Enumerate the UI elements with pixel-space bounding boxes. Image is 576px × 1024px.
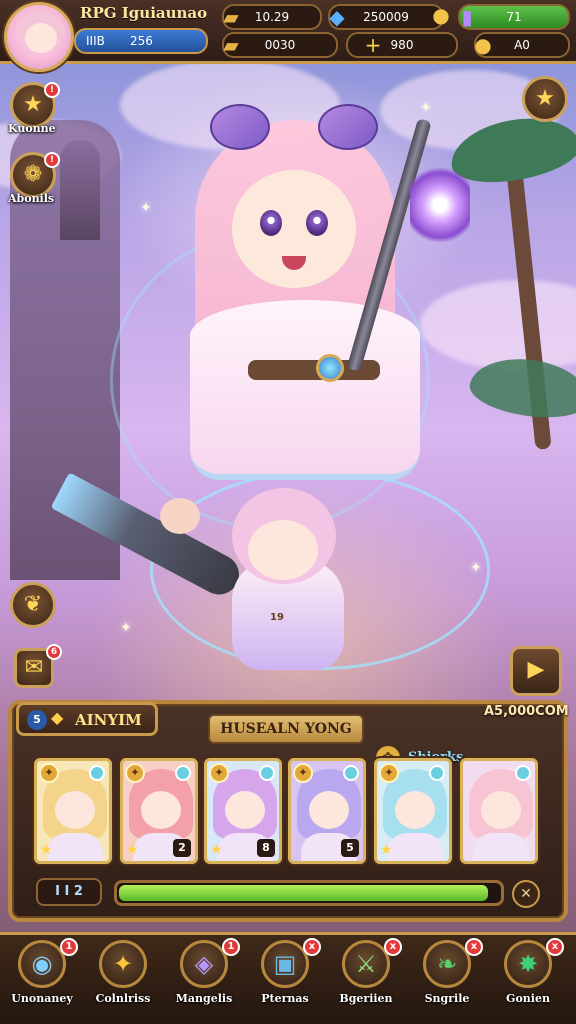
hero-card[interactable]: ✦ 5 — [288, 758, 366, 864]
gem-icon: ◆ — [51, 708, 64, 727]
resource-stamina[interactable]: ▮ 71 — [458, 4, 570, 30]
nav-item-leaf[interactable]: ❧ x Sngrile — [409, 938, 485, 1022]
close-button[interactable]: ✕ — [512, 880, 540, 908]
tab-number: 5 — [27, 710, 47, 730]
team-stat: I I 2 — [36, 878, 102, 906]
element-gem-icon — [89, 765, 105, 781]
resource-energy[interactable]: + 980 — [346, 32, 458, 58]
next-stage-button[interactable]: ▶ — [510, 646, 562, 696]
nav-item-rainbow-orb[interactable]: ◉ 1 Unonaney — [4, 938, 80, 1022]
mail-icon: ✉ — [24, 655, 44, 680]
resource-coins[interactable]: ● A0 — [474, 32, 570, 58]
companion-label: 19 — [270, 612, 284, 623]
level-bar: IIIB 256 — [74, 28, 208, 54]
nav-item-chest[interactable]: ▣ x Pternas — [247, 938, 323, 1022]
nav-item-emerald[interactable]: ✸ x Gonien — [490, 938, 566, 1022]
play-arrow-icon: ▶ — [527, 657, 545, 682]
nav-label: Sngrile — [424, 992, 470, 1005]
card-level: 8 — [257, 839, 275, 857]
gold-coin-icon: ● — [432, 3, 450, 27]
element-gem-icon — [343, 765, 359, 781]
gold-amount: A5,000COM — [484, 704, 569, 719]
leaf-emblem-icon: ❦ — [23, 592, 43, 617]
notification-badge: 1 — [60, 938, 78, 956]
experience-bar — [114, 880, 504, 906]
star-icon: ★ — [40, 842, 53, 858]
compass-icon: ✦ — [99, 940, 147, 988]
notification-badge: x — [303, 938, 321, 956]
chest-icon: ▣ — [261, 940, 309, 988]
rainbow-orb-icon: ◉ — [18, 940, 66, 988]
rank-badge-icon: ✦ — [293, 763, 313, 783]
card-level: 2 — [173, 839, 191, 857]
element-gem-icon — [259, 765, 275, 781]
team-tab[interactable]: 5 ◆ AINYIM — [16, 702, 158, 736]
abilities-badge: ! — [44, 152, 60, 168]
hero-card[interactable] — [460, 758, 538, 864]
nav-label: Colnlriss — [95, 992, 151, 1005]
quest-badge: ! — [44, 82, 60, 98]
cat-pet-icon — [160, 498, 200, 534]
resource-gold-bars[interactable]: ▰ 10.29 — [222, 4, 322, 30]
nav-label: Gonien — [506, 992, 550, 1005]
notification-badge: x — [384, 938, 402, 956]
panel-title: HUSEALN YONG — [208, 714, 364, 744]
rank-badge-icon: ✦ — [39, 763, 59, 783]
leaf-icon: ❧ — [423, 940, 471, 988]
close-icon: ✕ — [520, 886, 532, 902]
element-gem-icon — [175, 765, 191, 781]
nav-label: Pternas — [261, 992, 309, 1005]
tab-label: AINYIM — [75, 711, 142, 729]
rank-badge-icon: ✦ — [209, 763, 229, 783]
mail-badge: 6 — [46, 644, 62, 660]
emerald-icon: ✸ — [504, 940, 552, 988]
level-value: 256 — [130, 34, 153, 48]
nav-label: Unonaney — [11, 992, 73, 1005]
notification-badge: 1 — [222, 938, 240, 956]
nav-item-crystal-card[interactable]: ◈ 1 Mangelis — [166, 938, 242, 1022]
notification-badge: x — [465, 938, 483, 956]
hero-card[interactable]: ✦ ★ — [34, 758, 112, 864]
star-icon: ★ — [380, 842, 393, 858]
crystal-card-icon: ◈ — [180, 940, 228, 988]
hero-card[interactable]: ✦ ★ 2 — [120, 758, 198, 864]
rank-badge-icon: ✦ — [379, 763, 399, 783]
resource-ingots[interactable]: ▰ 0030 — [222, 32, 338, 58]
experience-bar-fill — [119, 885, 488, 901]
sword-icon: ⚔ — [342, 940, 390, 988]
favorites-button[interactable]: ★ — [522, 76, 568, 122]
nav-item-sword[interactable]: ⚔ x Bgeriien — [328, 938, 404, 1022]
level-label: IIIB — [86, 34, 105, 48]
hero-card[interactable]: ✦ ★ 8 — [204, 758, 282, 864]
star-icon: ★ — [210, 842, 223, 858]
quest-label: Kuonne — [8, 122, 56, 135]
game-title: RPG Iguiaunao — [80, 4, 208, 22]
rank-badge-icon: ✦ — [125, 763, 145, 783]
nav-label: Mangelis — [175, 992, 233, 1005]
flower-icon: ❁ — [23, 162, 43, 187]
star-icon: ★ — [23, 92, 43, 117]
star-icon: ★ — [535, 86, 555, 111]
element-gem-icon — [515, 765, 531, 781]
star-icon: ★ — [126, 842, 139, 858]
nav-label: Bgeriien — [339, 992, 393, 1005]
element-gem-icon — [429, 765, 445, 781]
resource-gems[interactable]: ◆ 250009 — [328, 4, 444, 30]
notification-badge: x — [546, 938, 564, 956]
card-level: 5 — [341, 839, 359, 857]
nav-item-compass[interactable]: ✦ Colnlriss — [85, 938, 161, 1022]
player-avatar[interactable] — [4, 2, 74, 72]
hero-card[interactable]: ✦ ★ — [374, 758, 452, 864]
abilities-label: Abonils — [8, 192, 55, 205]
guild-button[interactable]: ❦ — [10, 582, 56, 628]
